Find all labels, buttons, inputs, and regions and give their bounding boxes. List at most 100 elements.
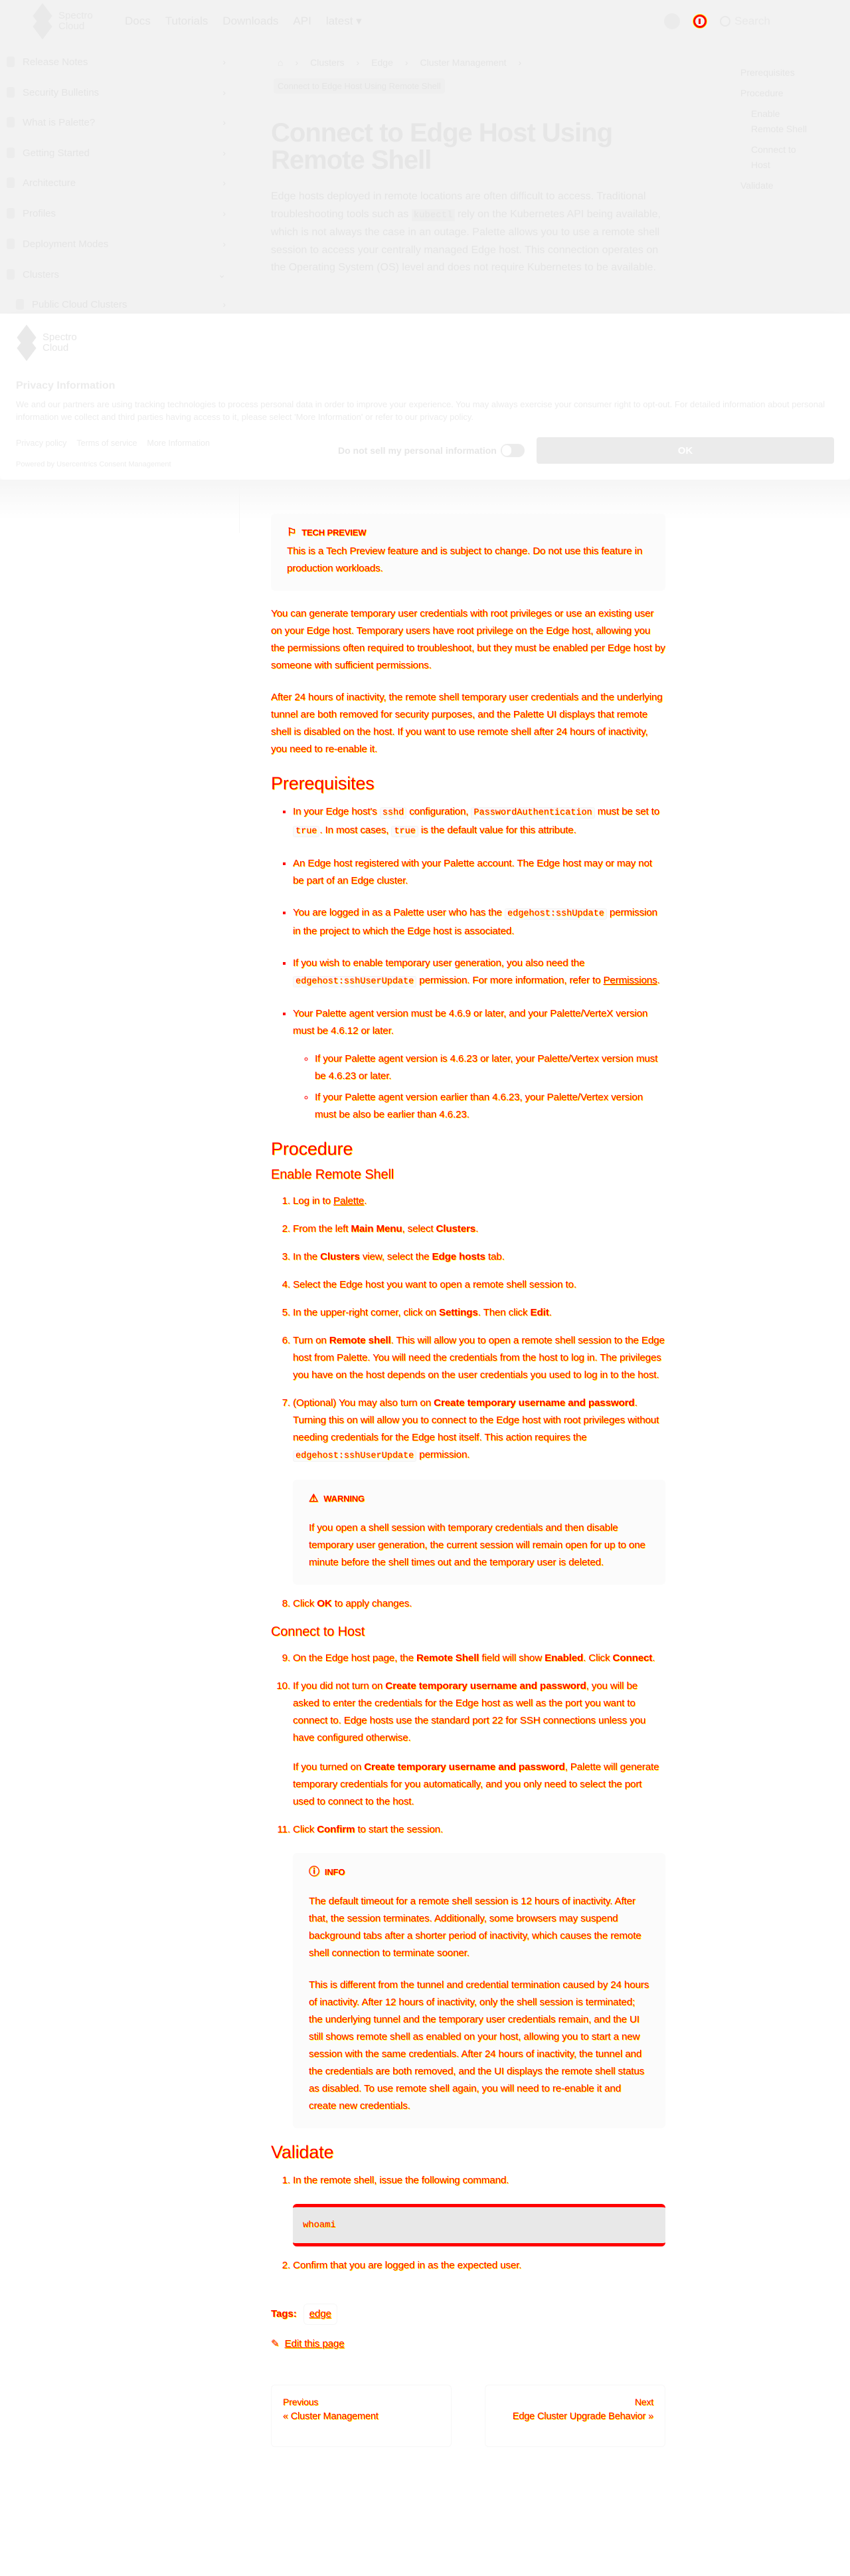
text: to apply changes. [331,1598,412,1609]
version-dropdown[interactable]: latest ▾ [326,15,362,28]
code-block[interactable]: whoami [293,2204,665,2246]
privacy-title: Privacy Information [16,380,116,391]
edit-link[interactable]: Edit this page [285,2335,345,2353]
text: must be set to [594,806,659,817]
toc-validate[interactable]: Validate [740,180,774,191]
ui-label: Create temporary username and password [364,1761,565,1773]
sidebar-item-release-notes[interactable]: Release Notes › [7,52,226,72]
callout-text: If you open a shell session with tempora… [309,1520,649,1571]
sidebar-item-what-is-palette[interactable]: What is Palette? › [7,112,226,132]
spectro-cloud-logo[interactable]: Spectro Cloud [32,3,93,40]
ui-label: Confirm [317,1824,355,1835]
ui-label: Clusters [320,1251,360,1262]
github-icon[interactable] [664,13,680,29]
pager-title: « Cluster Management [283,2411,379,2422]
pager-label: Next [634,2397,653,2407]
ui-label: Remote Shell [416,1652,479,1664]
profile-icon [7,208,15,219]
palette-icon [7,117,15,128]
page-title: Connect to Edge Host Using Remote Shell [271,118,613,175]
next-page-link[interactable]: Next Edge Cluster Upgrade Behavior » [485,2385,665,2447]
search-label: Search [734,15,770,27]
home-icon[interactable]: ⌂ [278,57,283,68]
list-item: Select the Edge host you want to open a … [293,1276,665,1294]
terms-of-service-link[interactable]: Terms of service [76,439,137,448]
sidebar-item-getting-started[interactable]: Getting Started › [7,143,226,163]
list-item: In the remote shell, issue the following… [293,2172,665,2246]
text: On the Edge host page, the [293,1652,416,1664]
sidebar-item-profiles[interactable]: Profiles › [7,203,226,223]
sidebar-item-architecture[interactable]: Architecture › [7,173,226,193]
section-heading: Validate [271,2142,334,2162]
do-not-sell-toggle[interactable] [500,444,525,457]
pager-label: Previous [283,2397,319,2407]
nav-tutorials[interactable]: Tutorials [165,15,209,28]
toc-enable-remote-shell[interactable]: Enable Remote Shell [751,108,807,134]
tag-edge[interactable]: edge [303,2304,337,2325]
paragraph: You can generate temporary user credenti… [271,605,665,674]
flag-icon [7,148,15,158]
sidebar-item-clusters[interactable]: Clusters ⌄ [7,264,226,284]
text: (Optional) You may also turn on [293,1397,434,1409]
sidebar-item-deployment-modes[interactable]: Deployment Modes › [7,234,226,254]
search-icon [720,16,730,27]
text: In the [293,1251,321,1262]
breadcrumb-clusters[interactable]: Clusters [310,57,344,68]
callout-text: The default timeout for a remote shell s… [309,1893,649,1962]
inline-code: edgehost:sshUpdate [505,908,607,920]
toc-procedure[interactable]: Procedure [740,88,784,98]
callout-title: TECH PREVIEW [301,528,367,538]
text: . [364,1195,367,1207]
nav-downloads[interactable]: Downloads [222,15,278,28]
text: This is different from the tunnel and cr… [309,1979,649,2112]
breadcrumb-edge[interactable]: Edge [371,57,393,68]
text: If you did not turn on [293,1680,386,1692]
text: If you open a shell session with tempora… [309,1522,645,1568]
nav-docs[interactable]: Docs [125,15,151,28]
text: In your Edge host's [293,806,380,817]
text: Log in to [293,1195,333,1207]
list-item: On the Edge host page, the Remote Shell … [293,1650,665,1667]
text: In the remote shell, issue the following… [293,2175,509,2186]
privacy-banner: Spectro Cloud Privacy Information We and … [0,314,850,480]
sidebar-item-label: Public Cloud Clusters [32,298,128,310]
sidebar-item-public-cloud-clusters[interactable]: Public Cloud Clusters › [16,294,226,314]
ui-label: Create temporary username and password [385,1680,586,1692]
bullet-list: In your Edge host's sshd configuration, … [271,803,665,1124]
chevron-right-icon: › [222,117,226,128]
theme-toggle-icon[interactable] [693,15,707,28]
ok-button[interactable]: OK [537,437,834,464]
sidebar-item-security-bulletins[interactable]: Security Bulletins › [7,82,226,102]
nav-api[interactable]: API [293,15,311,28]
search-button[interactable]: Search [720,15,770,28]
link[interactable]: Palette [333,1195,364,1207]
text: . [475,1223,479,1235]
previous-page-link[interactable]: Previous « Cluster Management [271,2385,452,2447]
toc-prerequisites[interactable]: Prerequisites [740,67,795,78]
page-behind-overlay: Spectro Cloud Docs Tutorials Downloads AP… [0,0,850,314]
toc-connect-to-host[interactable]: Connect to Host [751,144,796,170]
powered-by-text: Powered by Usercentrics Consent Manageme… [16,460,171,468]
text: Confirm that you are logged in as the ex… [293,2260,522,2271]
list-item: If your Palette agent version is 4.6.23 … [315,1050,665,1085]
logo-text: Cloud [58,21,85,32]
privacy-policy-link[interactable]: Privacy policy [16,439,66,448]
logo-text: Cloud [42,342,69,353]
text: to start the session. [355,1824,444,1835]
callout-text: This is a Tech Preview feature and is su… [287,543,649,577]
ui-label: Create temporary username and password [434,1397,635,1409]
section-heading: Connect to Host [271,1625,365,1639]
list-item: In the upper-right corner, click on Sett… [293,1304,665,1322]
text: You are logged in as a Palette user who … [293,907,505,918]
list-item: Confirm that you are logged in as the ex… [293,2257,665,2274]
step-list: On the Edge host page, the Remote Shell … [271,1650,665,2128]
more-information-link[interactable]: More Information [147,439,209,448]
text: is the default value for this attribute. [418,825,576,836]
link[interactable]: Permissions [603,975,657,986]
sidebar-item-label: Release Notes [23,56,88,68]
text: configuration, [406,806,471,817]
breadcrumb-cluster-management[interactable]: Cluster Management [420,57,507,68]
text: Click [293,1598,317,1609]
pagination: Previous « Cluster Management Next Edge Clu… [271,2385,665,2447]
edit-this-page[interactable]: ✎ Edit this page [271,2335,665,2353]
